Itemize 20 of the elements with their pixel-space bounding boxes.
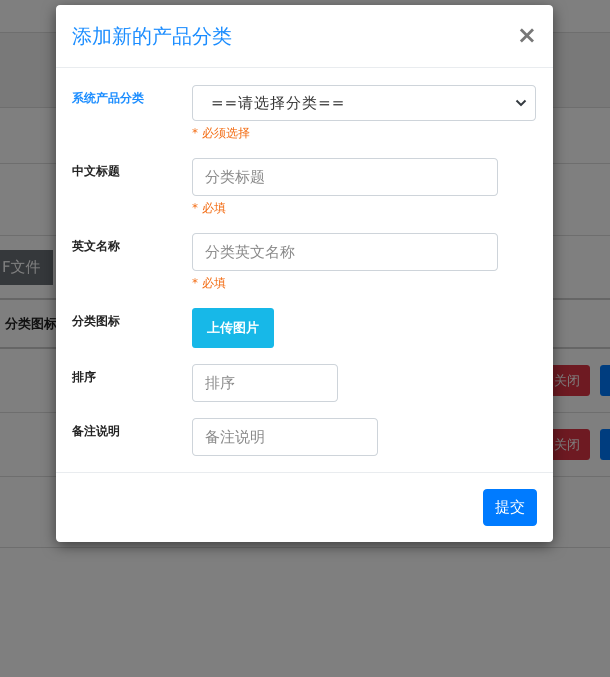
input-field[interactable]: 分类标题 [192,158,498,196]
field-label: 排序 [72,369,97,386]
field-label: 备注说明 [72,423,121,440]
field-label: 分类图标 [72,313,121,330]
input-field[interactable]: 备注说明 [192,418,378,456]
required-hint: * 必填 [192,200,226,217]
chevron-icon [515,99,527,107]
required-hint: * 必填 [192,275,226,292]
submit-button[interactable]: 提交 [483,489,537,526]
field-label: 系统产品分类 [72,90,145,107]
field-label: 中文标题 [72,163,121,180]
table-header: 分类图标 [4,316,57,332]
dialog-title: 添加新的产品分类 [72,22,232,50]
input-field[interactable]: 分类英文名称 [192,233,498,271]
field-label: 英文名称 [72,238,121,255]
category-select[interactable]: ==请选择分类== [192,85,536,121]
input-field[interactable]: 排序 [192,364,338,402]
file-button[interactable]: F文件 [0,250,53,284]
upload-button[interactable]: 上传图片 [192,308,274,348]
required-hint: * 必须选择 [192,125,250,142]
